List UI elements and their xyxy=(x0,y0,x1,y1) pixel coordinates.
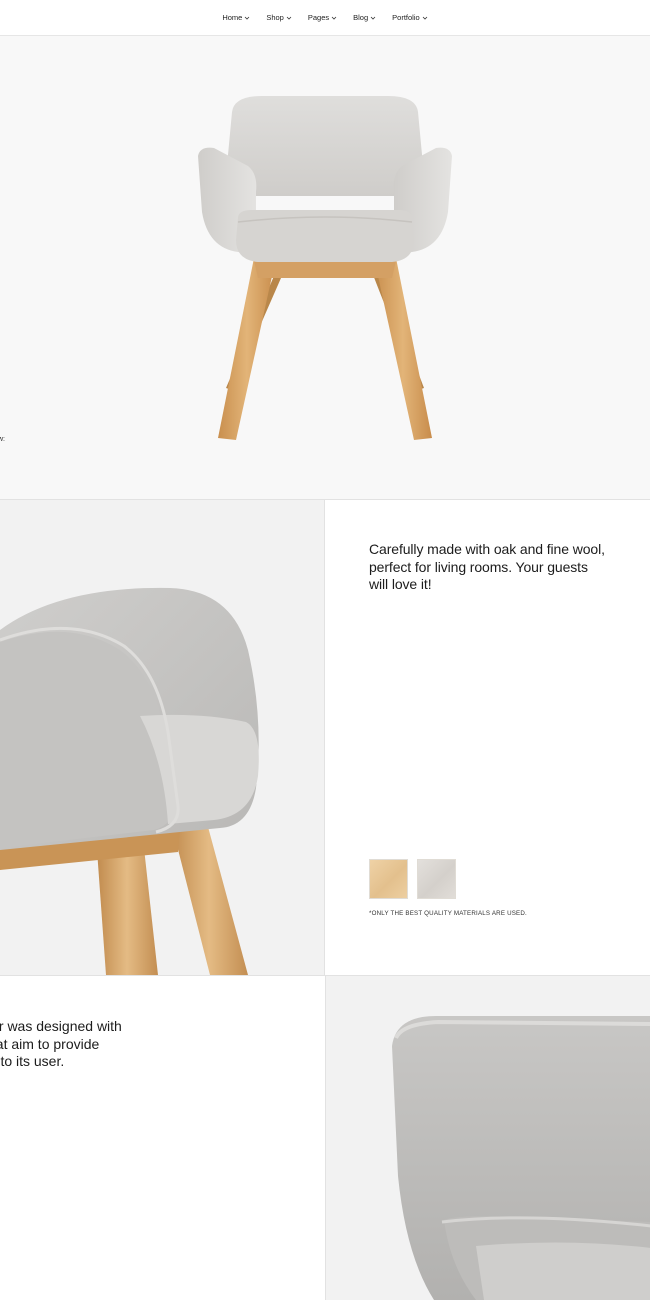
materials-description: Carefully made with oak and fine wool, p… xyxy=(369,541,605,592)
nav-item-label: Home xyxy=(222,13,243,22)
nav-item-pages[interactable]: Pages xyxy=(308,13,337,22)
chair-back-image xyxy=(392,1016,650,1300)
nav-item-home[interactable]: Home xyxy=(222,13,250,22)
chevron-down-icon xyxy=(331,16,337,20)
nav-item-portfolio[interactable]: Portfolio xyxy=(392,13,428,22)
design-description: air was designed with hat aim to provide… xyxy=(0,1018,148,1071)
materials-note: *ONLY THE BEST QUALITY MATERIALS ARE USE… xyxy=(369,910,527,917)
design-line: rt to its user. xyxy=(0,1053,65,1069)
chevron-down-icon xyxy=(245,16,250,20)
chevron-down-icon xyxy=(286,16,292,20)
top-navigation: Home Shop Pages Blog Portfolio xyxy=(0,0,650,36)
design-section: air was designed with hat aim to provide… xyxy=(0,976,650,1300)
nav-item-shop[interactable]: Shop xyxy=(266,13,292,22)
chair-closeup-image xyxy=(0,500,325,975)
nav-item-blog[interactable]: Blog xyxy=(353,13,376,22)
chevron-down-icon xyxy=(370,16,376,20)
oak-swatch[interactable] xyxy=(369,859,408,899)
design-line: hat aim to provide xyxy=(0,1035,100,1052)
nav-item-label: Pages xyxy=(307,13,330,22)
design-line: air was designed with xyxy=(0,1018,122,1034)
chair-back-closeup-image xyxy=(325,976,650,1300)
chevron-down-icon xyxy=(422,16,427,20)
material-swatches xyxy=(369,859,456,899)
chair-detail-image xyxy=(0,587,259,975)
wool-swatch[interactable] xyxy=(417,859,456,899)
chair-image xyxy=(198,96,452,440)
nav-item-label: Blog xyxy=(353,13,369,22)
hero-caption: w: xyxy=(0,436,5,443)
nav-item-label: Portfolio xyxy=(392,13,420,22)
hero-section: w: xyxy=(0,36,650,500)
materials-section: Carefully made with oak and fine wool, p… xyxy=(0,500,650,976)
nav-item-label: Shop xyxy=(266,13,284,22)
